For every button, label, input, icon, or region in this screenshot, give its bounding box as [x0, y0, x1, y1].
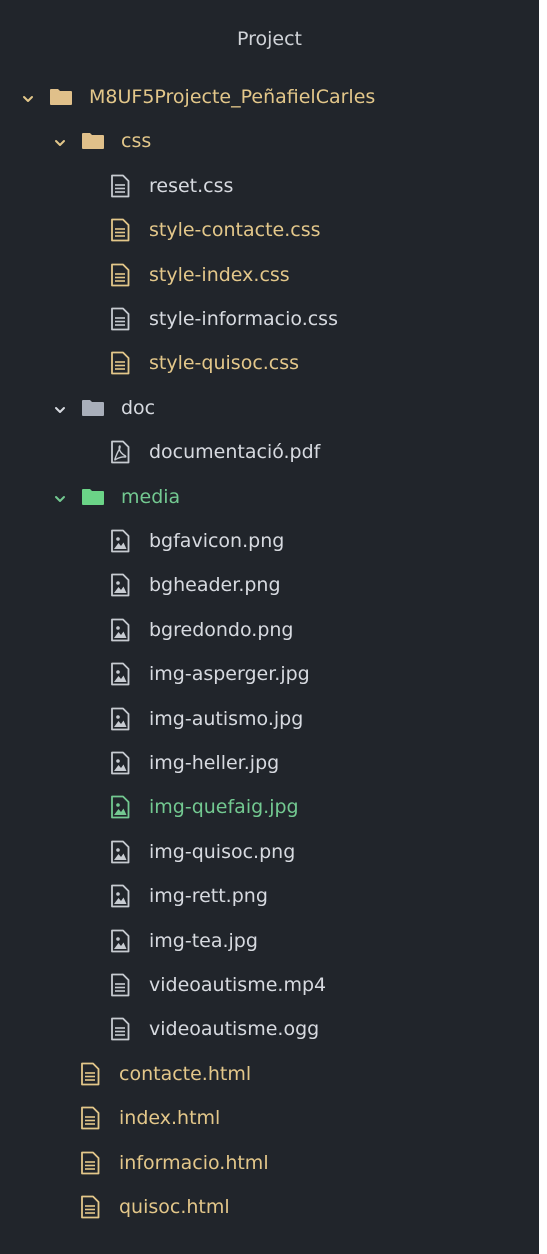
folder-icon	[81, 399, 105, 417]
tree-item-label: img-asperger.jpg	[149, 663, 310, 685]
tree-file-bgfavicon-png[interactable]: bgfavicon.png	[0, 519, 539, 563]
file-image-icon	[110, 573, 130, 597]
file-image-icon	[110, 884, 130, 908]
chevron-down-icon[interactable]	[54, 134, 66, 146]
file-text-icon	[110, 1017, 130, 1041]
tree-item-label: videoautisme.mp4	[149, 974, 327, 996]
file-image-icon	[110, 707, 130, 731]
tree-folder-media[interactable]: media	[0, 475, 539, 519]
tree-item-label: contacte.html	[119, 1063, 252, 1085]
tree-file-index-html[interactable]: index.html	[0, 1096, 539, 1140]
file-image-icon	[110, 662, 130, 686]
tree-item-label: media	[121, 486, 181, 508]
tree-item-label: documentació.pdf	[149, 441, 321, 463]
file-image-icon	[110, 618, 130, 642]
tree-item-label: img-quisoc.png	[149, 841, 296, 863]
file-text-icon	[110, 263, 130, 287]
tree-file-documentaci-pdf[interactable]: documentació.pdf	[0, 430, 539, 474]
folder-icon	[81, 132, 105, 150]
chevron-down-icon[interactable]	[22, 90, 34, 102]
tree-item-label: style-contacte.css	[149, 219, 321, 241]
file-text-icon	[80, 1106, 100, 1130]
tree-item-label: doc	[121, 397, 156, 419]
tree-item-label: videoautisme.ogg	[149, 1018, 320, 1040]
file-text-icon	[80, 1151, 100, 1175]
file-text-icon	[110, 307, 130, 331]
tree-item-label: bgheader.png	[149, 574, 281, 596]
tree-file-style-informacio-css[interactable]: style-informacio.css	[0, 297, 539, 341]
tree-file-img-heller-jpg[interactable]: img-heller.jpg	[0, 741, 539, 785]
tree-file-img-tea-jpg[interactable]: img-tea.jpg	[0, 919, 539, 963]
tree-file-videoautisme-mp4[interactable]: videoautisme.mp4	[0, 963, 539, 1007]
folder-icon	[49, 88, 73, 106]
file-image-icon	[110, 529, 130, 553]
file-text-icon	[110, 218, 130, 242]
tree-item-label: img-quefaig.jpg	[149, 796, 299, 818]
tree-folder-doc[interactable]: doc	[0, 386, 539, 430]
tree-item-label: style-informacio.css	[149, 308, 338, 330]
tree-file-img-rett-png[interactable]: img-rett.png	[0, 874, 539, 918]
tree-item-label: M8UF5Projecte_PeñafielCarles	[89, 86, 376, 108]
file-pdf-icon	[110, 440, 130, 464]
file-image-icon	[110, 840, 130, 864]
tree-item-label: style-index.css	[149, 264, 290, 286]
tree-file-style-contacte-css[interactable]: style-contacte.css	[0, 208, 539, 252]
folder-icon	[81, 488, 105, 506]
tree-file-style-index-css[interactable]: style-index.css	[0, 253, 539, 297]
tree-item-label: bgredondo.png	[149, 619, 294, 641]
tree-item-label: css	[121, 130, 152, 152]
tree-item-label: img-rett.png	[149, 885, 268, 907]
tree-file-img-quisoc-png[interactable]: img-quisoc.png	[0, 830, 539, 874]
tree-file-img-autismo-jpg[interactable]: img-autismo.jpg	[0, 697, 539, 741]
tree-file-style-quisoc-css[interactable]: style-quisoc.css	[0, 341, 539, 385]
file-text-icon	[110, 174, 130, 198]
panel-title: Project	[236, 28, 302, 50]
tree-file-videoautisme-ogg[interactable]: videoautisme.ogg	[0, 1007, 539, 1051]
tree-folder-css[interactable]: css	[0, 119, 539, 163]
tree-file-img-quefaig-jpg[interactable]: img-quefaig.jpg	[0, 785, 539, 829]
file-text-icon	[110, 351, 130, 375]
file-text-icon	[80, 1062, 100, 1086]
tree-item-label: informacio.html	[119, 1152, 269, 1174]
file-image-icon	[110, 795, 130, 819]
tree-folder-m8uf5projecte-pe-afielcarles[interactable]: M8UF5Projecte_PeñafielCarles	[0, 75, 539, 119]
project-panel: Project M8UF5Projecte_PeñafielCarlescss r…	[0, 0, 539, 1254]
chevron-down-icon[interactable]	[54, 490, 66, 502]
tree-item-label: img-heller.jpg	[149, 752, 280, 774]
tree-item-label: reset.css	[149, 175, 234, 197]
file-text-icon	[80, 1195, 100, 1219]
tree-file-quisoc-html[interactable]: quisoc.html	[0, 1185, 539, 1229]
tree-item-label: img-autismo.jpg	[149, 708, 304, 730]
file-image-icon	[110, 929, 130, 953]
tree-file-bgredondo-png[interactable]: bgredondo.png	[0, 608, 539, 652]
tree-item-label: img-tea.jpg	[149, 930, 258, 952]
tree-file-bgheader-png[interactable]: bgheader.png	[0, 563, 539, 607]
file-image-icon	[110, 751, 130, 775]
tree-item-label: quisoc.html	[119, 1196, 230, 1218]
file-text-icon	[110, 973, 130, 997]
tree-file-informacio-html[interactable]: informacio.html	[0, 1141, 539, 1185]
tree-item-label: style-quisoc.css	[149, 352, 300, 374]
tree-file-reset-css[interactable]: reset.css	[0, 164, 539, 208]
tree-file-img-asperger-jpg[interactable]: img-asperger.jpg	[0, 652, 539, 696]
chevron-down-icon[interactable]	[54, 401, 66, 413]
tree-item-label: index.html	[119, 1107, 221, 1129]
tree-file-contacte-html[interactable]: contacte.html	[0, 1052, 539, 1096]
tree-item-label: bgfavicon.png	[149, 530, 285, 552]
